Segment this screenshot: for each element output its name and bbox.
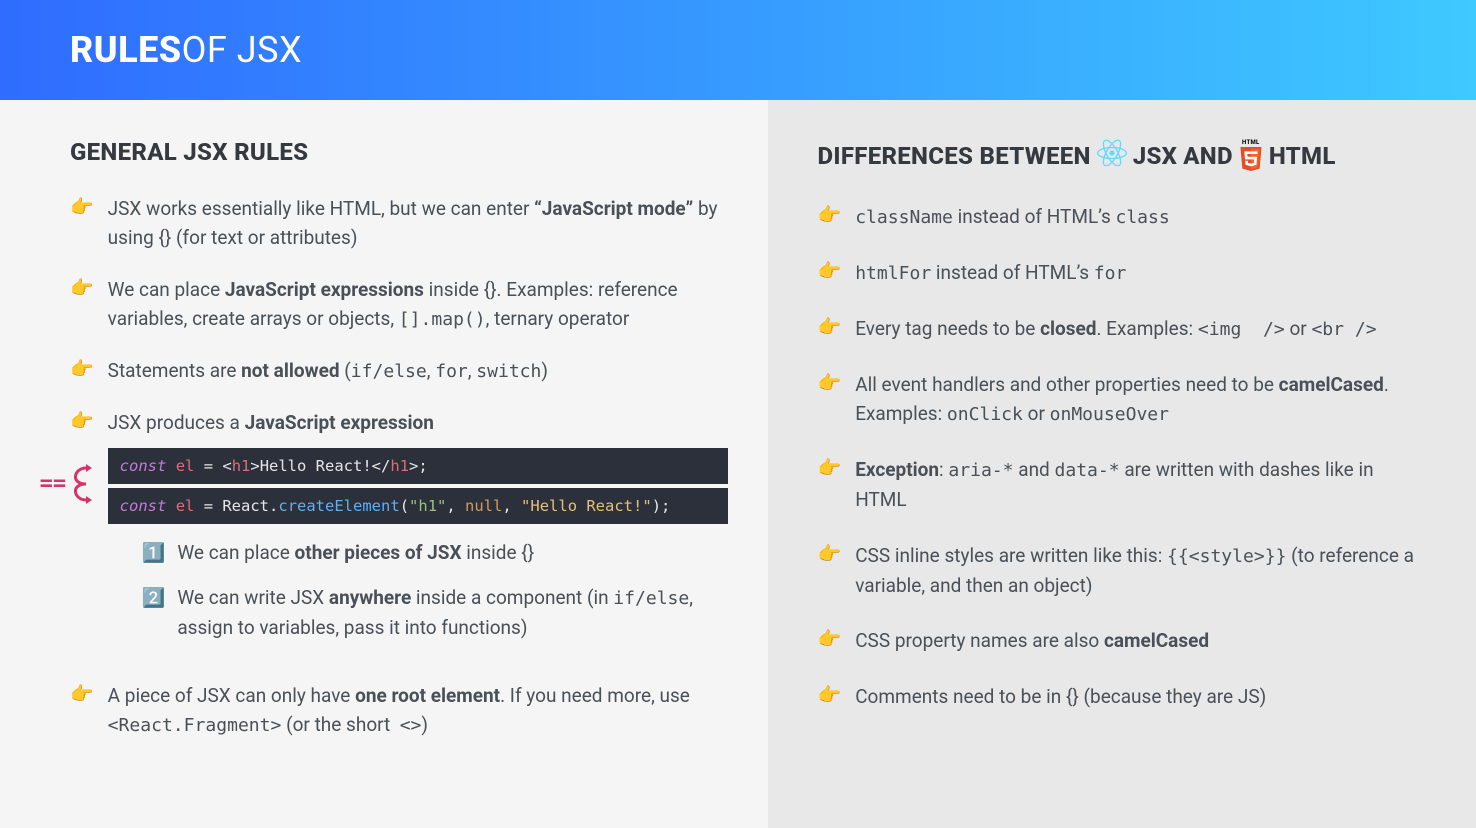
html5-icon: HTML bbox=[1239, 140, 1263, 172]
pointing-hand-icon: 👉 bbox=[818, 370, 842, 397]
left-bullet-list: 👉 JSX works essentially like HTML, but we… bbox=[70, 194, 728, 740]
list-item: 👉 Statements are not allowed (if/else, fo… bbox=[70, 356, 728, 386]
header-rest: OF JSX bbox=[182, 29, 302, 71]
list-item-text: All event handlers and other properties … bbox=[855, 370, 1416, 429]
pointing-hand-icon: 👉 bbox=[818, 314, 842, 341]
right-title-jsx: JSX bbox=[1133, 142, 1178, 170]
list-item-body: A piece of JSX can only have one root el… bbox=[108, 681, 728, 740]
sub-bullets: 1️⃣ We can place other pieces of JSX insi… bbox=[108, 538, 728, 643]
sub-item-text: We can write JSX anywhere inside a compo… bbox=[177, 583, 727, 642]
list-item: 👉 className instead of HTML’s class bbox=[818, 202, 1416, 232]
list-item: 👉 A piece of JSX can only have one root e… bbox=[70, 681, 728, 740]
list-item-body: JSX works essentially like HTML, but we … bbox=[108, 194, 728, 253]
number-badge-icon: 2️⃣ bbox=[142, 583, 166, 642]
list-item-text: Every tag needs to be closed. Examples: … bbox=[855, 314, 1416, 344]
pointing-hand-icon: 👉 bbox=[818, 455, 842, 482]
pointing-hand-icon: 👉 bbox=[818, 202, 842, 229]
equals-badge: == bbox=[40, 464, 95, 504]
pointing-hand-icon: 👉 bbox=[70, 681, 94, 708]
pointing-hand-icon: 👉 bbox=[70, 408, 94, 435]
list-item-text: CSS inline styles are written like this:… bbox=[855, 541, 1416, 600]
list-item-text: CSS property names are also camelCased bbox=[855, 626, 1416, 655]
number-badge-icon: 1️⃣ bbox=[142, 538, 166, 567]
code-line-1: const el = <h1>Hello React!</h1>; bbox=[108, 448, 728, 484]
pointing-hand-icon: 👉 bbox=[818, 682, 842, 709]
pointing-hand-icon: 👉 bbox=[70, 194, 94, 221]
right-title: DIFFERENCES BETWEEN JSX AND HTML bbox=[818, 138, 1416, 174]
list-item-text: JSX works essentially like HTML, but we … bbox=[108, 194, 728, 253]
list-item-body: Statements are not allowed (if/else, for… bbox=[108, 356, 728, 386]
sub-item: 2️⃣ We can write JSX anywhere inside a co… bbox=[142, 583, 728, 642]
list-item: 👉 JSX produces a JavaScript expression ==c… bbox=[70, 408, 728, 658]
pointing-hand-icon: 👉 bbox=[70, 275, 94, 302]
list-item-text: A piece of JSX can only have one root el… bbox=[108, 681, 728, 740]
code-line-2: const el = React.createElement("h1", nul… bbox=[108, 488, 728, 524]
pointing-hand-icon: 👉 bbox=[818, 626, 842, 653]
pointing-hand-icon: 👉 bbox=[818, 258, 842, 285]
header-bold: RULES bbox=[70, 29, 182, 71]
list-item: 👉 CSS property names are also camelCased bbox=[818, 626, 1416, 655]
list-item-body: JSX produces a JavaScript expression ==co… bbox=[108, 408, 728, 658]
code-block: ==const el = <h1>Hello React!</h1>;const… bbox=[108, 448, 728, 524]
list-item-text: Comments need to be in {} (because they … bbox=[855, 682, 1416, 711]
list-item-text: JSX produces a JavaScript expression bbox=[108, 408, 728, 437]
list-item-text: We can place JavaScript expressions insi… bbox=[108, 275, 728, 334]
sub-item: 1️⃣ We can place other pieces of JSX insi… bbox=[142, 538, 728, 567]
list-item-text: htmlFor instead of HTML’s for bbox=[855, 258, 1416, 288]
list-item: 👉 Exception: aria-* and data-* are writte… bbox=[818, 455, 1416, 514]
left-column: GENERAL JSX RULES 👉 JSX works essentially… bbox=[0, 100, 768, 828]
right-bullet-list: 👉 className instead of HTML’s class 👉 htmlF… bbox=[818, 202, 1416, 711]
columns: GENERAL JSX RULES 👉 JSX works essentially… bbox=[0, 100, 1476, 828]
left-title: GENERAL JSX RULES bbox=[70, 138, 728, 166]
right-column: DIFFERENCES BETWEEN JSX AND HTML bbox=[768, 100, 1476, 828]
list-item: 👉 We can place JavaScript expressions ins… bbox=[70, 275, 728, 334]
list-item: 👉 htmlFor instead of HTML’s for bbox=[818, 258, 1416, 288]
react-icon bbox=[1097, 138, 1127, 174]
sub-item-text: We can place other pieces of JSX inside … bbox=[177, 538, 534, 567]
list-item: 👉 CSS inline styles are written like this… bbox=[818, 541, 1416, 600]
list-item: 👉 All event handlers and other properties… bbox=[818, 370, 1416, 429]
list-item: 👉 Comments need to be in {} (because they… bbox=[818, 682, 1416, 711]
right-title-pre: DIFFERENCES BETWEEN bbox=[818, 142, 1091, 170]
right-title-html: HTML bbox=[1269, 142, 1336, 170]
list-item-text: Statements are not allowed (if/else, for… bbox=[108, 356, 728, 386]
right-title-and: AND bbox=[1183, 142, 1233, 170]
list-item-body: We can place JavaScript expressions insi… bbox=[108, 275, 728, 334]
pointing-hand-icon: 👉 bbox=[818, 541, 842, 568]
list-item: 👉 JSX works essentially like HTML, but we… bbox=[70, 194, 728, 253]
slide-header: RULES OF JSX bbox=[0, 0, 1476, 100]
list-item-text: Exception: aria-* and data-* are written… bbox=[855, 455, 1416, 514]
pointing-hand-icon: 👉 bbox=[70, 356, 94, 383]
list-item-text: className instead of HTML’s class bbox=[855, 202, 1416, 232]
list-item: 👉 Every tag needs to be closed. Examples:… bbox=[818, 314, 1416, 344]
